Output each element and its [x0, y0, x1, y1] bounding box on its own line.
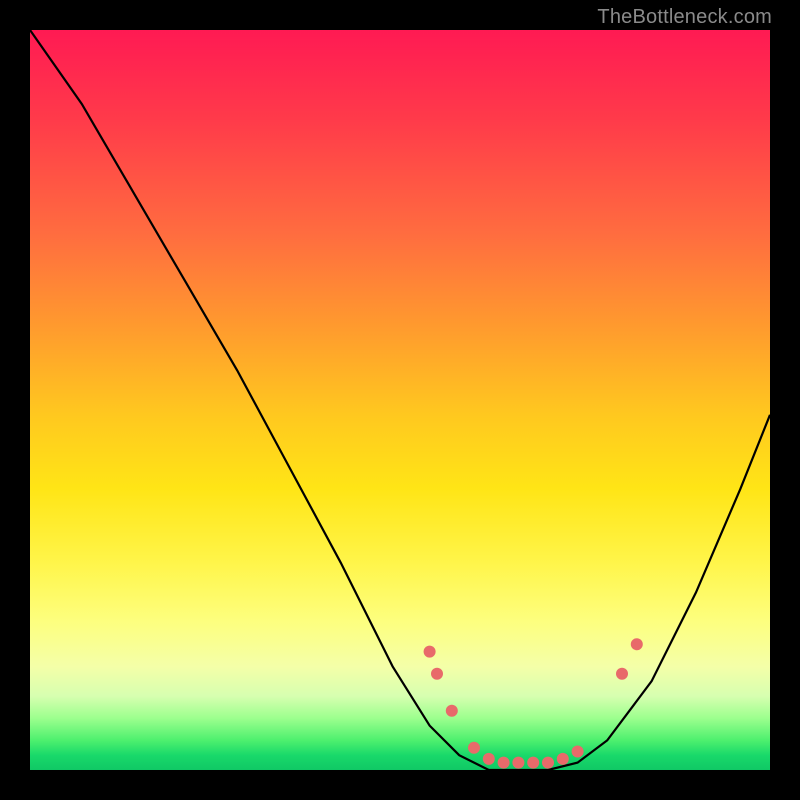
chart-frame: TheBottleneck.com: [0, 0, 800, 800]
curve-marker: [557, 753, 569, 765]
curve-marker: [431, 668, 443, 680]
curve-marker: [498, 757, 510, 769]
curve-marker: [572, 746, 584, 758]
curve-marker: [424, 646, 436, 658]
bottleneck-curve: [30, 30, 770, 770]
curve-markers: [424, 638, 643, 768]
curve-marker: [512, 757, 524, 769]
curve-marker: [631, 638, 643, 650]
curve-layer: [30, 30, 770, 770]
curve-marker: [616, 668, 628, 680]
curve-marker: [542, 757, 554, 769]
curve-marker: [483, 753, 495, 765]
curve-marker: [527, 757, 539, 769]
attribution-text: TheBottleneck.com: [597, 6, 772, 29]
curve-marker: [446, 705, 458, 717]
plot-area: [30, 30, 770, 770]
curve-marker: [468, 742, 480, 754]
